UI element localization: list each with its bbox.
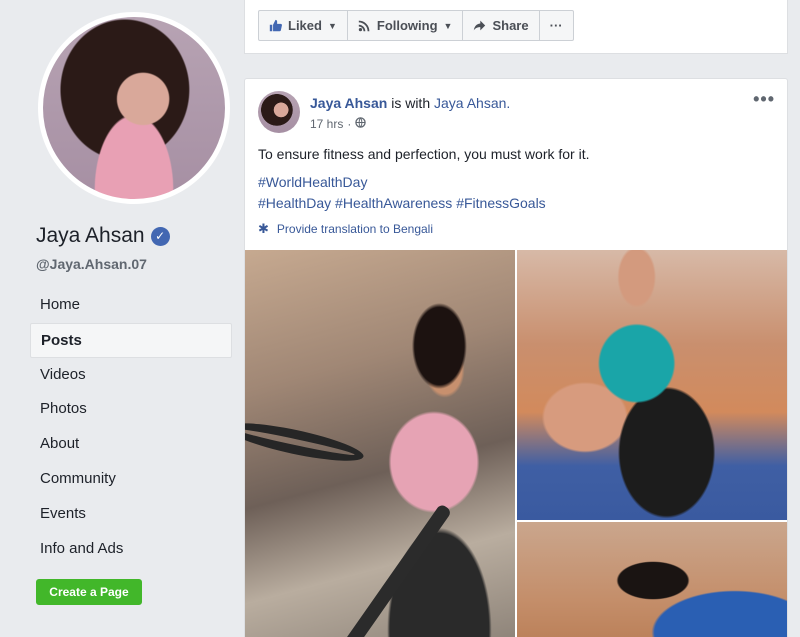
gear-icon: ✱: [258, 221, 269, 236]
chevron-down-icon: ▼: [443, 20, 453, 31]
share-button[interactable]: Share: [463, 11, 540, 40]
more-options-button[interactable]: ···: [540, 11, 573, 40]
post-options-button[interactable]: •••: [753, 89, 775, 110]
left-column: Jaya Ahsan ✓ @Jaya.Ahsan.07 Home Posts V…: [0, 0, 245, 637]
nav-item-home[interactable]: Home: [30, 288, 232, 323]
post-header: Jaya Ahsan is with Jaya Ahsan.: [310, 95, 510, 111]
nav-item-info-and-ads[interactable]: Info and Ads: [30, 532, 232, 567]
globe-icon[interactable]: [355, 117, 367, 131]
post-photo-3[interactable]: [517, 522, 787, 637]
hashtag-link[interactable]: #HealthDay: [258, 195, 331, 211]
meta-separator: ·: [347, 117, 352, 131]
post-with-text: is with: [391, 95, 431, 111]
nav-item-events[interactable]: Events: [30, 497, 232, 532]
photo-detail: [245, 415, 366, 469]
post-photo-2[interactable]: [517, 250, 787, 520]
hashtag-link[interactable]: #FitnessGoals: [456, 195, 545, 211]
share-arrow-icon: [473, 19, 486, 32]
post-hashtags: #WorldHealthDay #HealthDay #HealthAwaren…: [258, 172, 546, 214]
create-page-button[interactable]: Create a Page: [36, 579, 142, 605]
page-nav: Home Posts Videos Photos About Community…: [30, 288, 232, 566]
nav-item-posts[interactable]: Posts: [30, 322, 232, 358]
following-label: Following: [376, 18, 438, 33]
post-tagged-link[interactable]: Jaya Ahsan.: [434, 95, 510, 111]
translate-label: Provide translation to Bengali: [276, 222, 433, 236]
post-meta: 17 hrs ·: [310, 117, 367, 131]
photo-detail: [331, 503, 453, 637]
following-button[interactable]: Following ▼: [348, 11, 464, 40]
post-photo-1[interactable]: [245, 250, 515, 637]
post-text: To ensure fitness and perfection, you mu…: [258, 146, 590, 162]
post-timestamp[interactable]: 17 hrs: [310, 117, 343, 131]
rss-icon: [358, 19, 371, 32]
profile-picture[interactable]: [43, 17, 225, 199]
post-card: Jaya Ahsan is with Jaya Ahsan. 17 hrs · …: [244, 78, 788, 637]
hashtag-link[interactable]: #HealthAwareness: [335, 195, 452, 211]
nav-item-photos[interactable]: Photos: [30, 392, 232, 427]
thumbs-up-icon: [269, 19, 282, 32]
verified-badge-icon: ✓: [150, 226, 170, 246]
translate-link[interactable]: ✱ Provide translation to Bengali: [258, 221, 433, 237]
share-label: Share: [492, 18, 529, 33]
post-author-link[interactable]: Jaya Ahsan: [310, 95, 387, 111]
page-action-bar: Liked ▼ Following ▼ Share ···: [244, 0, 788, 54]
nav-item-community[interactable]: Community: [30, 462, 232, 497]
liked-button[interactable]: Liked ▼: [259, 11, 348, 40]
hashtag-link[interactable]: #WorldHealthDay: [258, 174, 367, 190]
nav-item-about[interactable]: About: [30, 427, 232, 462]
page-username[interactable]: @Jaya.Ahsan.07: [36, 256, 147, 272]
action-button-group: Liked ▼ Following ▼ Share ···: [258, 10, 574, 41]
profile-picture-frame[interactable]: [38, 12, 230, 204]
liked-label: Liked: [288, 18, 322, 33]
post-author-avatar[interactable]: [258, 91, 300, 133]
nav-item-videos[interactable]: Videos: [30, 358, 232, 393]
page-name-text[interactable]: Jaya Ahsan: [36, 224, 145, 248]
page-title[interactable]: Jaya Ahsan ✓: [36, 224, 170, 248]
chevron-down-icon: ▼: [327, 20, 337, 31]
